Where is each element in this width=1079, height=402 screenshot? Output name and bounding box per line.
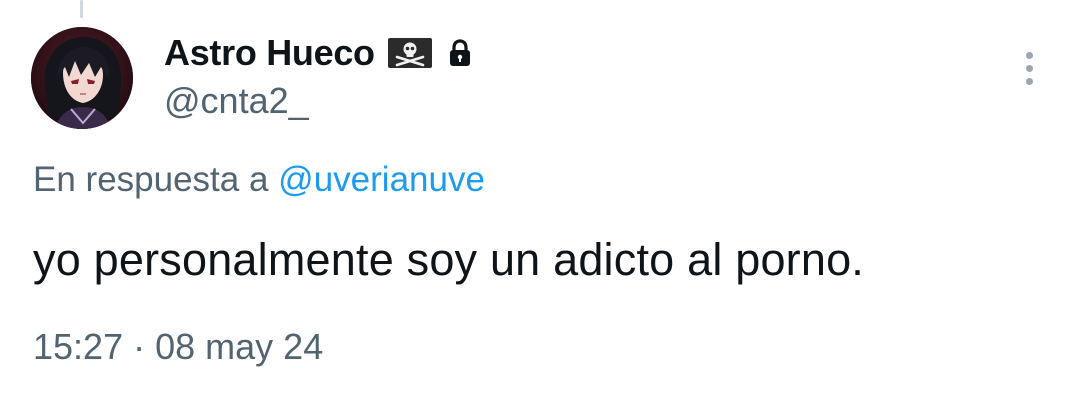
reply-prefix: En respuesta a [33,160,269,199]
more-vertical-icon [1025,51,1033,59]
tweet-header: Astro Hueco @cnta2_ [164,30,475,122]
tweet-timestamp[interactable]: 15:27 · 08 may 24 [33,326,323,368]
avatar[interactable] [31,27,133,129]
author-display-name[interactable]: Astro Hueco [164,32,375,74]
thread-connector-line [80,0,83,18]
more-vertical-icon-dot [1025,77,1033,85]
more-vertical-icon-dot [1025,64,1033,72]
reply-to-mention-link[interactable]: @uverianuve [278,160,485,199]
tweet-date: 08 may 24 [155,326,324,367]
tweet-body-text: yo personalmente soy un adicto al porno. [33,234,865,285]
more-options-button[interactable] [1014,48,1044,88]
author-handle[interactable]: @cnta2_ [164,80,475,122]
timestamp-separator: · [133,326,146,367]
tweet-time: 15:27 [33,326,124,367]
lock-icon [445,38,475,68]
pirate-flag-icon [387,36,433,70]
author-name-row: Astro Hueco [164,30,475,76]
reply-context: En respuesta a @uverianuve [33,160,485,200]
anime-avatar-image [31,27,133,129]
